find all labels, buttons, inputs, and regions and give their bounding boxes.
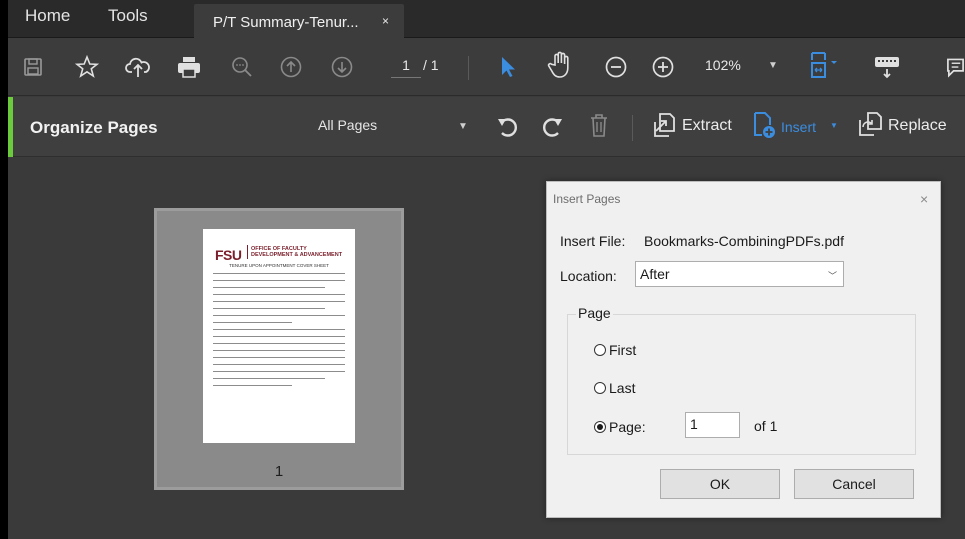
sheet-title: TENURE UPON APPOINTMENT COVER SHEET [229, 263, 329, 268]
insert-button[interactable]: Insert [781, 119, 816, 135]
radio-page-button[interactable] [594, 421, 606, 433]
form-lines [213, 273, 345, 392]
bookmark-star-icon[interactable] [74, 52, 100, 82]
organize-pages-toolbar: Organize Pages All Pages ▼ Extract Inser… [8, 97, 965, 157]
radio-page[interactable]: Page: [594, 419, 646, 435]
insert-dropdown-icon[interactable]: ▼ [830, 121, 838, 130]
location-value: After [640, 266, 670, 282]
page-down-icon[interactable] [330, 52, 354, 82]
select-arrow-icon[interactable] [497, 52, 519, 82]
document-tab[interactable]: P/T Summary-Tenur... × [194, 4, 404, 38]
keyboard-icon[interactable] [872, 52, 902, 82]
radio-first[interactable]: First [594, 342, 636, 358]
comment-icon[interactable] [946, 53, 965, 83]
page-group-label: Page [576, 305, 613, 321]
zoom-out-icon[interactable] [604, 52, 628, 82]
location-label: Location: [560, 268, 617, 284]
menu-bar: Home Tools P/T Summary-Tenur... × [8, 0, 965, 38]
extract-icon[interactable] [650, 110, 678, 140]
thumbnail-page-preview: FSU OFFICE OF FACULTY DEVELOPMENT & ADVA… [203, 229, 355, 443]
page-thumbnail[interactable]: FSU OFFICE OF FACULTY DEVELOPMENT & ADVA… [154, 208, 404, 490]
menu-tools[interactable]: Tools [108, 6, 148, 26]
extract-button[interactable]: Extract [682, 117, 732, 135]
ok-button[interactable]: OK [660, 469, 780, 499]
insert-icon[interactable] [751, 110, 777, 140]
save-icon[interactable] [22, 52, 44, 82]
cancel-button[interactable]: Cancel [794, 469, 914, 499]
toolbar-separator [468, 56, 469, 80]
document-tab-title: P/T Summary-Tenur... [213, 14, 359, 31]
hand-icon[interactable] [546, 50, 574, 80]
organize-accent-bar [8, 97, 13, 157]
insert-pages-dialog: Insert Pages × Insert File: Bookmarks-Co… [546, 181, 941, 518]
replace-icon[interactable] [856, 109, 884, 139]
close-icon[interactable]: × [920, 191, 928, 207]
page-number-input[interactable]: 1 [685, 412, 740, 438]
thumbnail-page-number: 1 [274, 463, 284, 480]
radio-page-label: Page: [609, 419, 646, 435]
radio-last-label: Last [609, 380, 636, 396]
replace-button[interactable]: Replace [888, 117, 947, 135]
zoom-marquee-icon[interactable] [230, 52, 254, 82]
menu-home[interactable]: Home [25, 6, 70, 26]
location-select[interactable]: After ﹀ [635, 261, 844, 287]
logo-divider [247, 245, 248, 259]
insert-file-label: Insert File: [560, 233, 626, 249]
fsu-logo: FSU [215, 247, 242, 263]
chevron-down-icon: ﹀ [828, 271, 838, 281]
close-tab-icon[interactable]: × [382, 14, 389, 28]
radio-last-button[interactable] [594, 382, 606, 394]
radio-last[interactable]: Last [594, 380, 635, 396]
page-filter-select[interactable]: All Pages [318, 117, 377, 133]
toolbar-separator [632, 115, 633, 141]
page-of-total: of 1 [754, 418, 778, 434]
trash-icon[interactable] [586, 110, 612, 140]
page-total: / 1 [423, 57, 439, 73]
rotate-right-icon[interactable] [539, 111, 565, 141]
print-icon[interactable] [176, 52, 202, 82]
current-page-input[interactable]: 1 [391, 52, 421, 78]
zoom-dropdown-icon[interactable]: ▼ [768, 60, 778, 71]
radio-first-label: First [609, 342, 637, 358]
dialog-title: Insert Pages [553, 192, 621, 206]
radio-first-button[interactable] [594, 344, 606, 356]
upload-cloud-icon[interactable] [124, 52, 152, 82]
zoom-in-icon[interactable] [651, 52, 675, 82]
rotate-left-icon[interactable] [495, 111, 521, 141]
organize-pages-title: Organize Pages [30, 118, 158, 137]
zoom-level[interactable]: 102% [705, 57, 741, 73]
office-name: OFFICE OF FACULTY DEVELOPMENT & ADVANCEM… [251, 246, 342, 258]
chevron-down-icon[interactable]: ▼ [458, 121, 468, 132]
acrobat-window: Home Tools P/T Summary-Tenur... × 1 / 1 … [8, 0, 965, 539]
fit-page-icon[interactable] [808, 50, 840, 80]
insert-file-name: Bookmarks-CombiningPDFs.pdf [644, 233, 844, 249]
office-name-line-2: DEVELOPMENT & ADVANCEMENT [251, 252, 343, 258]
page-up-icon[interactable] [279, 52, 303, 82]
